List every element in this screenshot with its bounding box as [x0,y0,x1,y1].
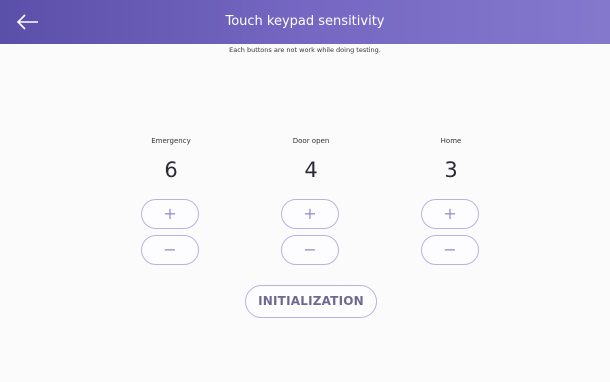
emergency-label: Emergency [151,137,191,145]
header-bar: Touch keypad sensitivity [0,0,610,44]
home-plus-button[interactable]: + [421,199,479,229]
door-open-minus-button[interactable]: − [281,235,339,265]
home-minus-button[interactable]: − [421,235,479,265]
page-title: Touch keypad sensitivity [225,14,385,29]
touch-keypad-sensitivity-screen: Touch keypad sensitivity Each buttons ar… [0,0,610,382]
testing-notice: Each buttons are not work while doing te… [229,46,381,54]
home-value: 3 [444,158,458,182]
emergency-minus-button[interactable]: − [141,235,199,265]
door-open-control: Door open 4 + − [271,135,351,265]
arrow-left-icon [16,14,38,30]
door-open-plus-button[interactable]: + [281,199,339,229]
emergency-plus-button[interactable]: + [141,199,199,229]
door-open-value: 4 [304,158,318,182]
initialization-button[interactable]: INITIALIZATION [245,285,377,318]
home-label: Home [440,137,462,145]
back-button[interactable] [14,8,44,36]
home-control: Home 3 + − [411,135,491,265]
door-open-label: Door open [292,137,330,145]
emergency-value: 6 [164,158,178,182]
emergency-control: Emergency 6 + − [131,135,211,265]
